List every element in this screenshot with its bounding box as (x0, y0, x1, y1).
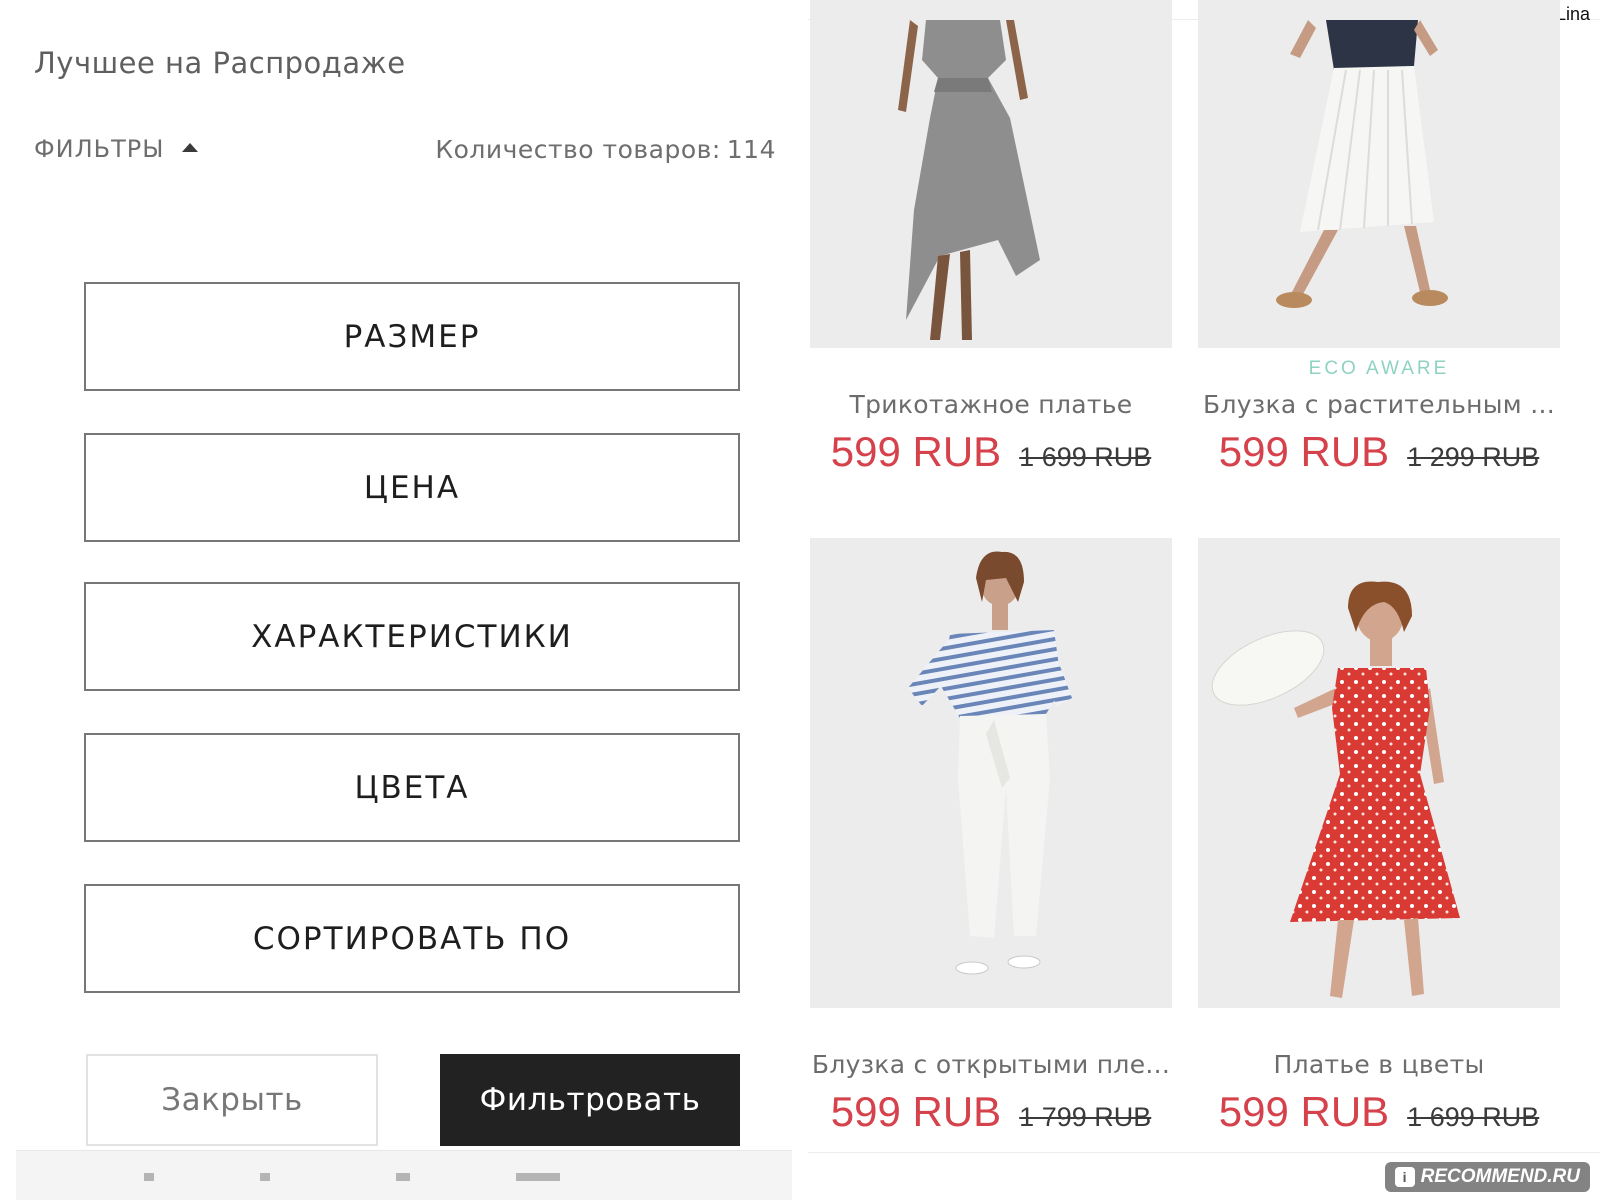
product-photo[interactable] (810, 0, 1172, 348)
product-prices: 599 RUB 1 299 RUB (1198, 428, 1560, 476)
filters-toggle[interactable]: ФИЛЬТРЫ (34, 135, 199, 163)
old-price: 1 299 RUB (1407, 442, 1540, 472)
features-filter-button[interactable]: ХАРАКТЕРИСТИКИ (84, 582, 740, 691)
nav-dot-icon (260, 1173, 270, 1181)
product-photo[interactable] (1198, 538, 1560, 1008)
close-button[interactable]: Закрыть (86, 1054, 378, 1146)
product-photo[interactable] (1198, 0, 1560, 348)
product-count-value: 114 (726, 135, 776, 164)
colors-filter-button[interactable]: ЦВЕТА (84, 733, 740, 842)
product-prices: 599 RUB 1 699 RUB (1198, 1088, 1560, 1136)
product-card[interactable]: Трикотажное платье 599 RUB 1 699 RUB (810, 0, 1172, 475)
page-title: Лучшее на Распродаже (34, 46, 406, 80)
product-card[interactable]: Блузка с открытыми пле... 599 RUB 1 799 … (810, 538, 1172, 1135)
product-prices: 599 RUB 1 799 RUB (810, 1088, 1172, 1136)
site-watermark-text: RECOMMEND.RU (1420, 1166, 1580, 1187)
sale-price: 599 RUB (1218, 428, 1390, 475)
product-card[interactable]: Платье в цветы 599 RUB 1 699 RUB (1198, 538, 1560, 1135)
old-price: 1 699 RUB (1407, 1102, 1540, 1132)
product-card[interactable]: ECO AWARE Блузка с растительным ... 599 … (1198, 0, 1560, 475)
price-filter-button[interactable]: ЦЕНА (84, 433, 740, 542)
sale-price: 599 RUB (830, 428, 1002, 475)
caret-up-icon (182, 142, 199, 152)
product-name[interactable]: Блузка с открытыми пле... (810, 1050, 1172, 1079)
recommend-logo-icon: i (1394, 1167, 1415, 1187)
filters-label: ФИЛЬТРЫ (34, 135, 165, 163)
site-watermark: i RECOMMEND.RU (1384, 1162, 1590, 1192)
sale-price: 599 RUB (1218, 1088, 1390, 1135)
home-nav-icon[interactable] (396, 1173, 410, 1181)
product-name[interactable]: Платье в цветы (1198, 1050, 1560, 1079)
product-count-label: Количество товаров: (435, 135, 721, 164)
sale-price: 599 RUB (830, 1088, 1002, 1135)
product-name[interactable]: Трикотажное платье (810, 390, 1172, 419)
back-nav-icon[interactable] (144, 1173, 154, 1181)
apply-filter-button[interactable]: Фильтровать (440, 1054, 740, 1146)
recents-nav-icon[interactable] (516, 1173, 560, 1181)
bottom-divider (808, 1152, 1600, 1153)
filter-panel: Лучшее на Распродаже ФИЛЬТРЫ Количество … (16, 0, 792, 1200)
product-prices: 599 RUB 1 699 RUB (810, 428, 1172, 476)
system-nav-bar (16, 1150, 792, 1200)
product-count: Количество товаров: 114 (435, 135, 776, 164)
product-name[interactable]: Блузка с растительным ... (1198, 390, 1560, 419)
product-photo[interactable] (810, 538, 1172, 1008)
sort-filter-button[interactable]: СОРТИРОВАТЬ ПО (84, 884, 740, 993)
old-price: 1 799 RUB (1019, 1102, 1152, 1132)
size-filter-button[interactable]: РАЗМЕР (84, 282, 740, 391)
product-grid: OlinaLina Трикотажное платье 599 RUB 1 6… (808, 0, 1600, 1200)
eco-aware-badge: ECO AWARE (1308, 358, 1450, 379)
old-price: 1 699 RUB (1019, 442, 1152, 472)
